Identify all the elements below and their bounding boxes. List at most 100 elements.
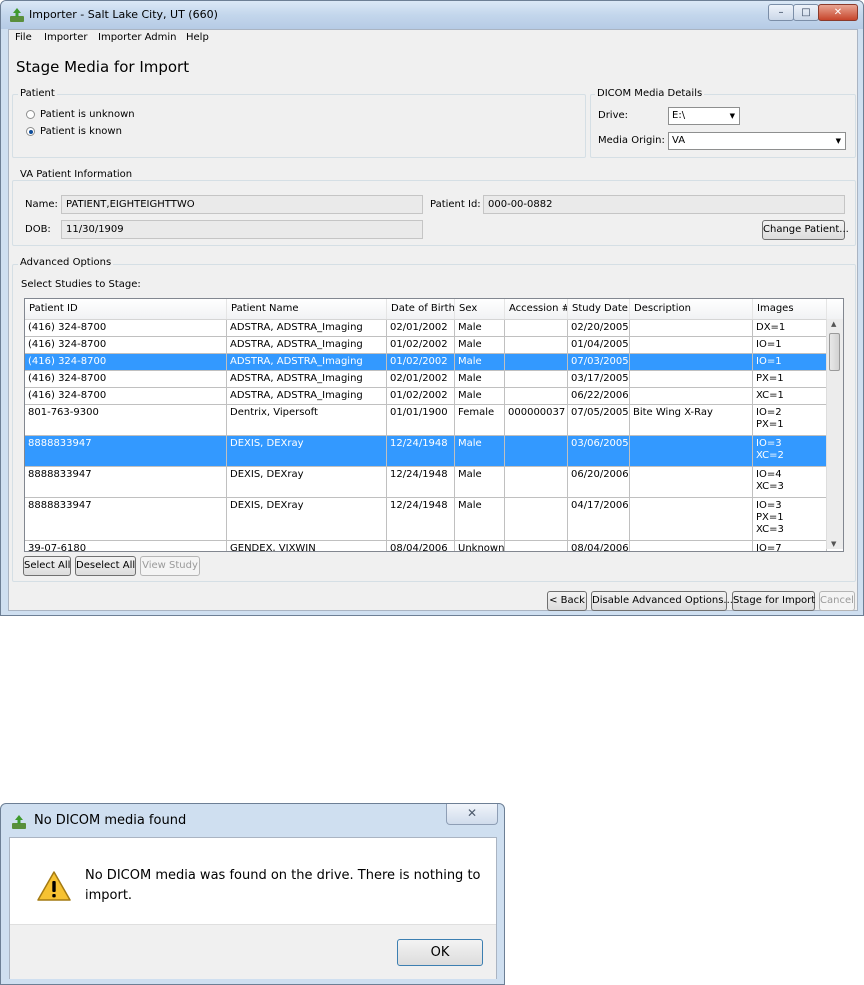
table-cell: 04/17/2006 xyxy=(568,498,630,540)
table-row[interactable]: (416) 324-8700 ADSTRA, ADSTRA_Imaging 02/0… xyxy=(25,320,827,337)
dialog-close-button[interactable]: ✕ xyxy=(446,804,498,825)
no-dicom-dialog: No DICOM media found ✕ No DICOM media wa… xyxy=(0,803,505,985)
scroll-down-icon[interactable]: ▼ xyxy=(831,540,836,548)
table-cell: 07/03/2005 xyxy=(568,354,630,370)
table-cell: 39-07-6180 xyxy=(25,541,227,551)
patient-known-label[interactable]: Patient is known xyxy=(40,126,122,137)
vertical-scrollbar[interactable]: ▲ ▼ xyxy=(826,319,843,549)
ok-button[interactable]: OK xyxy=(397,939,483,966)
menu-bar: File Importer Importer Admin Help xyxy=(9,30,857,46)
table-cell: ADSTRA, ADSTRA_Imaging xyxy=(227,337,387,353)
table-row[interactable]: (416) 324-8700 ADSTRA, ADSTRA_Imaging 02/0… xyxy=(25,371,827,388)
menu-importer[interactable]: Importer xyxy=(44,32,87,43)
drive-select[interactable]: E:\ ▼ xyxy=(668,107,740,125)
deselect-all-button[interactable]: Deselect All xyxy=(75,556,136,576)
table-row[interactable]: (416) 324-8700 ADSTRA, ADSTRA_Imaging 01/0… xyxy=(25,388,827,405)
table-cell: IO=7 xyxy=(753,541,827,551)
table-cell: IO=4 XC=3 xyxy=(753,467,827,497)
table-cell: Male xyxy=(455,371,505,387)
table-cell: 01/04/2005 xyxy=(568,337,630,353)
table-cell: 801-763-9300 xyxy=(25,405,227,435)
close-button[interactable]: ✕ xyxy=(818,4,858,21)
cancel-button[interactable]: Cancel xyxy=(819,591,855,611)
table-cell: Bite Wing X-Ray xyxy=(630,405,753,435)
table-cell: IO=3 XC=2 xyxy=(753,436,827,466)
table-row[interactable]: 8888833947 DEXIS, DEXray 12/24/1948 Male 03/… xyxy=(25,436,827,467)
table-cell: Male xyxy=(455,354,505,370)
table-cell xyxy=(505,436,568,466)
table-cell: Male xyxy=(455,337,505,353)
name-label: Name: xyxy=(25,199,58,210)
table-cell xyxy=(505,371,568,387)
table-row[interactable]: (416) 324-8700 ADSTRA, ADSTRA_Imaging 01/0… xyxy=(25,354,827,371)
table-cell xyxy=(630,541,753,551)
column-header[interactable]: Date of Birth xyxy=(387,299,455,319)
table-cell: ADSTRA, ADSTRA_Imaging xyxy=(227,388,387,404)
column-header[interactable]: Patient Name xyxy=(227,299,387,319)
media-origin-select[interactable]: VA ▼ xyxy=(668,132,846,150)
menu-file[interactable]: File xyxy=(15,32,32,43)
stage-for-import-button[interactable]: Stage for Import xyxy=(732,591,815,611)
table-cell: 01/02/2002 xyxy=(387,354,455,370)
table-cell: Female xyxy=(455,405,505,435)
table-cell: (416) 324-8700 xyxy=(25,371,227,387)
table-cell: DEXIS, DEXray xyxy=(227,436,387,466)
table-cell: DEXIS, DEXray xyxy=(227,467,387,497)
column-header[interactable]: Patient ID xyxy=(25,299,227,319)
table-row[interactable]: 801-763-9300 Dentrix, Vipersoft 01/01/1900… xyxy=(25,405,827,436)
table-cell xyxy=(505,354,568,370)
dialog-message: No DICOM media was found on the drive. T… xyxy=(85,868,481,903)
table-row[interactable]: 8888833947 DEXIS, DEXray 12/24/1948 Male 04/… xyxy=(25,498,827,541)
dialog-body: No DICOM media was found on the drive. T… xyxy=(9,837,497,979)
dialog-title: No DICOM media found xyxy=(34,813,187,828)
patient-id-field: 000-00-0882 xyxy=(483,195,845,214)
table-cell: 12/24/1948 xyxy=(387,467,455,497)
maximize-icon: □ xyxy=(801,7,811,18)
patient-known-radio[interactable] xyxy=(26,127,35,136)
scrollbar-thumb[interactable] xyxy=(829,333,840,371)
view-study-button[interactable]: View Study xyxy=(140,556,200,576)
back-button[interactable]: < Back xyxy=(547,591,587,611)
close-icon: ✕ xyxy=(466,806,478,820)
drive-select-value: E:\ xyxy=(672,110,686,121)
table-cell: 08/04/2006 xyxy=(387,541,455,551)
table-cell: 8888833947 xyxy=(25,498,227,540)
table-cell xyxy=(505,541,568,551)
disable-advanced-options-button[interactable]: Disable Advanced Options... xyxy=(591,591,733,611)
column-header[interactable]: Description xyxy=(630,299,753,319)
minimize-button[interactable]: – xyxy=(768,4,794,21)
table-cell xyxy=(505,467,568,497)
table-cell xyxy=(505,388,568,404)
table-row[interactable]: 39-07-6180 GENDEX, VIXWIN 08/04/2006 Unknow… xyxy=(25,541,827,551)
change-patient-button[interactable]: Change Patient... xyxy=(762,220,849,240)
column-header[interactable]: Images xyxy=(753,299,827,319)
table-cell: Male xyxy=(455,467,505,497)
column-header[interactable]: Sex xyxy=(455,299,505,319)
chevron-down-icon: ▼ xyxy=(729,112,735,120)
maximize-button[interactable]: □ xyxy=(793,4,819,21)
table-cell: 12/24/1948 xyxy=(387,436,455,466)
table-cell: IO=2 PX=1 xyxy=(753,405,827,435)
table-cell: 01/02/2002 xyxy=(387,337,455,353)
column-header[interactable]: Study Date xyxy=(568,299,630,319)
table-cell: 07/05/2005 xyxy=(568,405,630,435)
title-bar[interactable]: Importer - Salt Lake City, UT (660) – □ … xyxy=(1,1,863,29)
importer-app-icon xyxy=(12,815,26,829)
patient-unknown-label[interactable]: Patient is unknown xyxy=(40,109,135,120)
table-row[interactable]: 8888833947 DEXIS, DEXray 12/24/1948 Male 06/… xyxy=(25,467,827,498)
page-title: Stage Media for Import xyxy=(16,58,190,76)
column-header[interactable]: Accession # xyxy=(505,299,568,319)
table-cell xyxy=(630,467,753,497)
advanced-options-legend: Advanced Options xyxy=(18,257,114,268)
table-cell xyxy=(630,337,753,353)
dialog-footer: OK xyxy=(10,924,496,979)
menu-importer-admin[interactable]: Importer Admin xyxy=(98,32,177,43)
scroll-up-icon[interactable]: ▲ xyxy=(831,320,836,328)
patient-unknown-radio[interactable] xyxy=(26,110,35,119)
select-all-button[interactable]: Select All xyxy=(23,556,71,576)
close-icon: ✕ xyxy=(833,7,843,18)
studies-table[interactable]: Patient ID Patient Name Date of Birth Sex Ac… xyxy=(24,298,844,552)
menu-help[interactable]: Help xyxy=(186,32,209,43)
table-cell: 08/04/2006 xyxy=(568,541,630,551)
table-row[interactable]: (416) 324-8700 ADSTRA, ADSTRA_Imaging 01/0… xyxy=(25,337,827,354)
